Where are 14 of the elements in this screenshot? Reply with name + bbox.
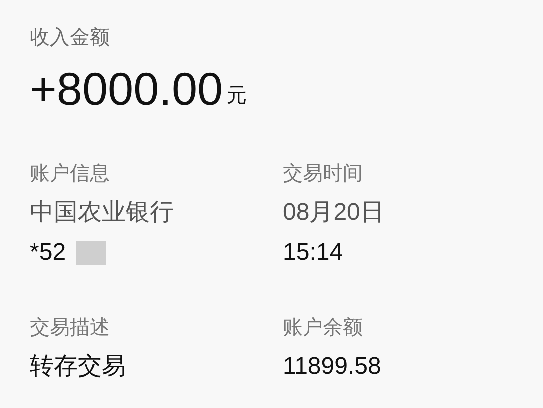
detail-value: 15:14 (283, 238, 344, 268)
detail-value: 11899.58 (283, 352, 382, 382)
detail-value: 08月20日 (283, 198, 384, 228)
detail-value: 转存交易 (30, 352, 126, 382)
detail-label: 账户信息 (30, 160, 111, 187)
detail-label: 交易时间 (283, 160, 364, 187)
redaction-block (76, 241, 106, 265)
detail-label: 交易描述 (30, 314, 111, 341)
currency-unit: 元 (227, 82, 248, 109)
detail-value: 中国农业银行 (30, 198, 174, 228)
income-amount: +8000.00 (30, 66, 224, 112)
income-label: 收入金额 (30, 24, 111, 51)
detail-value: *52 (30, 238, 66, 268)
detail-label: 账户余额 (283, 314, 364, 341)
